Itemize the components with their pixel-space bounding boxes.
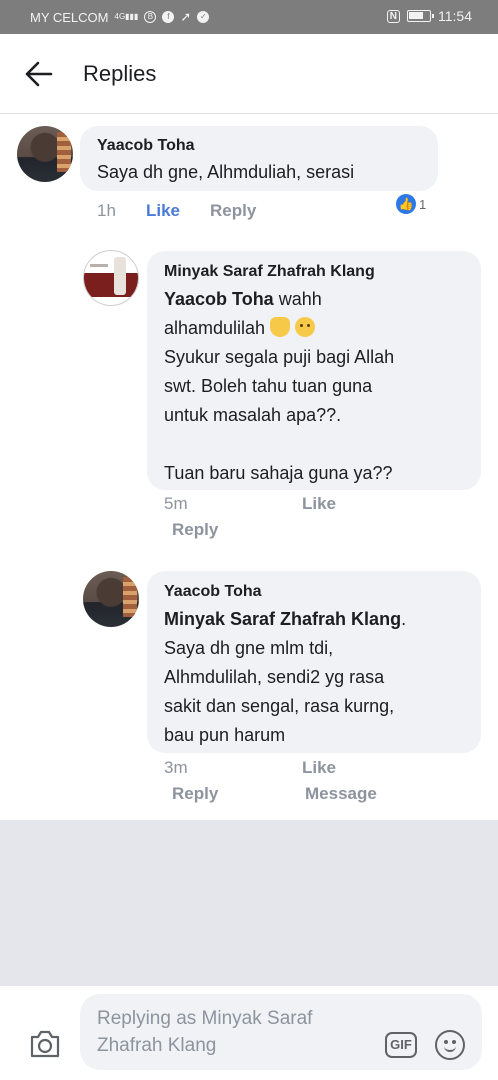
mention-link[interactable]: Minyak Saraf Zhafrah Klang xyxy=(164,609,401,629)
messenger-notification-icon: ✓ xyxy=(197,11,210,23)
carrier-name: MY CELCOM xyxy=(30,9,109,25)
comment-text: Yaacob Toha wahh alhamdulilah Syukur seg… xyxy=(164,289,395,483)
comment-time: 3m xyxy=(164,758,188,777)
reaction-count: 1 xyxy=(419,196,427,212)
nfc-icon: N xyxy=(386,9,400,23)
reply-button[interactable]: Reply xyxy=(172,520,218,540)
hugging-face-emoji-icon xyxy=(295,317,316,337)
network-type: 4G xyxy=(114,12,126,21)
page-title: Replies xyxy=(83,61,157,86)
reply-button[interactable]: Reply xyxy=(210,201,256,221)
like-button[interactable]: Like xyxy=(302,758,336,778)
message-button[interactable]: Message xyxy=(305,784,377,804)
thumbs-up-icon: 👍 xyxy=(396,194,416,214)
comment-bubble[interactable]: Yaacob Toha Minyak Saraf Zhafrah Klang. … xyxy=(147,571,481,753)
comment-author[interactable]: Yaacob Toha xyxy=(164,583,262,601)
data-saver-icon: B xyxy=(144,11,157,23)
battery-icon xyxy=(407,10,434,22)
camera-icon[interactable] xyxy=(28,1028,62,1060)
signal-icon: 4G▮▮▮ xyxy=(114,12,139,21)
comment-bubble[interactable]: Minyak Saraf Zhafrah Klang Yaacob Toha w… xyxy=(147,251,481,490)
status-bar: MY CELCOM 4G▮▮▮ B f ➚ ✓ N 11:54 xyxy=(0,0,498,34)
app-header: Replies xyxy=(0,34,498,114)
avatar[interactable] xyxy=(17,126,73,182)
comment-text: Minyak Saraf Zhafrah Klang. Saya dh gne … xyxy=(164,609,407,745)
comment-time: 1h xyxy=(97,201,116,220)
like-button[interactable]: Like xyxy=(146,201,180,221)
clock: 11:54 xyxy=(438,8,472,24)
reply-input-placeholder: Replying as Minyak Saraf Zhafrah Klang xyxy=(97,1008,313,1056)
back-arrow-icon[interactable] xyxy=(24,60,54,88)
clapping-hands-emoji-icon xyxy=(270,317,291,337)
comment-time: 5m xyxy=(164,494,188,513)
like-button[interactable]: Like xyxy=(302,494,336,514)
facebook-notification-icon: f xyxy=(162,11,175,23)
reaction-count-badge[interactable]: 👍 1 xyxy=(395,193,432,215)
comment-text: Saya dh gne, Alhmduliah, serasi xyxy=(97,162,355,182)
empty-area xyxy=(0,820,498,986)
mention-link[interactable]: Yaacob Toha xyxy=(164,289,274,309)
avatar[interactable] xyxy=(83,250,139,306)
reply-input[interactable]: Replying as Minyak Saraf Zhafrah Klang G… xyxy=(80,994,482,1070)
emoji-icon[interactable] xyxy=(435,1030,465,1060)
comment-bubble[interactable]: Yaacob Toha Saya dh gne, Alhmduliah, ser… xyxy=(80,126,438,191)
avatar[interactable] xyxy=(83,571,139,627)
comment-author[interactable]: Yaacob Toha xyxy=(97,137,195,155)
reply-button[interactable]: Reply xyxy=(172,784,218,804)
notification-arrow-icon: ➚ xyxy=(180,9,192,24)
comment-author[interactable]: Minyak Saraf Zhafrah Klang xyxy=(164,263,375,281)
gif-button[interactable]: GIF xyxy=(385,1032,417,1058)
